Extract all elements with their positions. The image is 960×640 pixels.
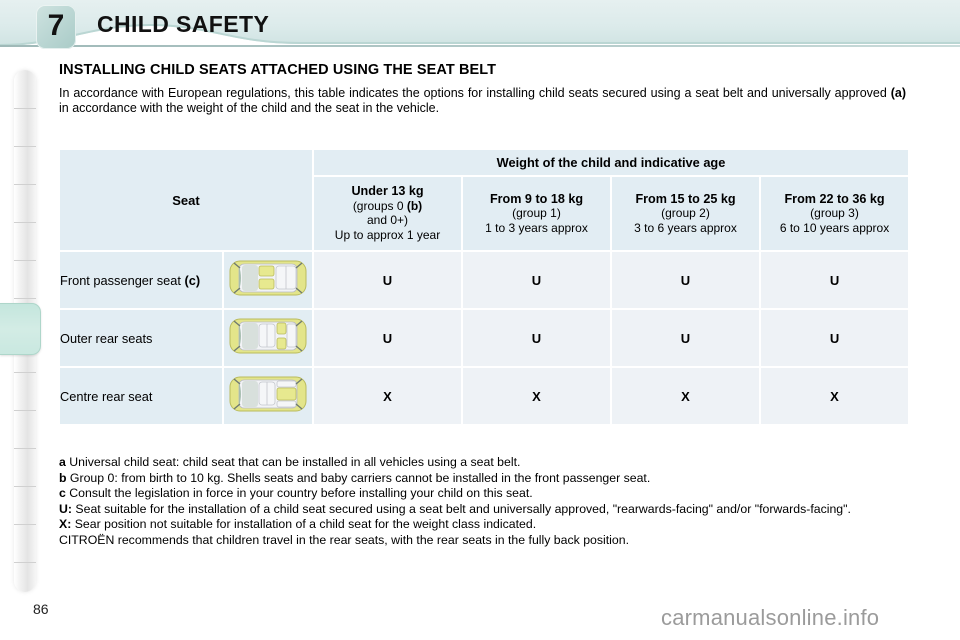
group-label-pre: (group 2): [661, 206, 710, 220]
header-band-underline: [0, 45, 960, 47]
weight-range-label: Under 13 kg: [351, 184, 424, 199]
age-label: Up to approx 1 year: [334, 227, 441, 242]
footnote-u: U: Seat suitable for the installation of…: [59, 502, 907, 518]
age-label: 6 to 10 years approx: [779, 220, 890, 235]
weight-column-header-3: From 22 to 36 kg (group 3) 6 to 10 years…: [761, 176, 909, 250]
group-ref-b: (b): [406, 198, 423, 213]
chapter-number-badge: 7: [36, 5, 76, 49]
footnote-c-text: Consult the legislation in force in your…: [65, 486, 533, 501]
table-row: Centre rear seat X X X X: [60, 368, 909, 424]
car-top-view-centre-rear-icon: [224, 368, 312, 424]
footnote-b-text: Group 0: from birth to 10 kg. Shells sea…: [66, 470, 651, 485]
weight-range-label: From 9 to 18 kg: [489, 191, 584, 206]
cell-value: U: [612, 252, 759, 308]
child-seat-compatibility-table: Seat Weight of the child and indicative …: [58, 148, 910, 426]
footnote-x-text: Sear position not suitable for installat…: [71, 517, 537, 532]
cell-value: X: [612, 368, 759, 424]
weight-column-header-1: From 9 to 18 kg (group 1) 1 to 3 years a…: [463, 176, 610, 250]
footnote-c-tag: c: [59, 486, 66, 501]
weight-column-header-2: From 15 to 25 kg (group 2) 3 to 6 years …: [612, 176, 759, 250]
table-header-row-1: Seat Weight of the child and indicative …: [60, 150, 909, 250]
chapter-number-text: 7: [47, 9, 65, 42]
page-title: CHILD SAFETY: [97, 11, 270, 37]
intro-text-part1: In accordance with European regulations,…: [59, 86, 891, 100]
weight-range-label: From 15 to 25 kg: [635, 191, 736, 206]
edge-tick: [14, 486, 36, 487]
intro-text-part2: in accordance with the weight of the chi…: [59, 101, 440, 115]
page-number: 86: [33, 601, 49, 617]
weight-column-header-0: Under 13 kg (groups 0 (b) and 0+) Up to …: [314, 176, 461, 250]
cell-value: U: [761, 310, 909, 366]
row-label-front-passenger: Front passenger seat (c): [60, 252, 222, 308]
row-label-centre-rear: Centre rear seat: [60, 368, 222, 424]
table-row: Front passenger seat (c) U U U U: [60, 252, 909, 308]
weight-range-label: From 22 to 36 kg: [784, 191, 885, 206]
footnote-u-text: Seat suitable for the installation of a …: [71, 501, 851, 516]
site-watermark: carmanualsonline.info: [661, 605, 880, 630]
edge-tick: [14, 448, 36, 449]
row-label-outer-rear: Outer rear seats: [60, 310, 222, 366]
cell-value: U: [761, 252, 909, 308]
edge-tick: [14, 222, 36, 223]
cell-value: U: [314, 252, 461, 308]
group-label-cont: and 0+): [366, 213, 409, 228]
footnote-x-tag: X:: [59, 517, 72, 532]
seat-column-header: Seat: [60, 150, 312, 250]
cell-value: U: [463, 252, 610, 308]
cell-value: X: [463, 368, 610, 424]
intro-paragraph: In accordance with European regulations,…: [59, 86, 906, 116]
row-label-text: Front passenger seat: [60, 272, 185, 288]
cell-value: U: [463, 310, 610, 366]
footnote-u-tag: U:: [59, 501, 72, 516]
footnote-a-text: Universal child seat: child seat that ca…: [65, 455, 521, 469]
group-label-pre: (group 1): [512, 206, 561, 220]
edge-tick: [14, 372, 36, 373]
cell-value: X: [314, 368, 461, 424]
car-top-view-outer-rear-icon: [224, 310, 312, 366]
footnote-b-tag: b: [59, 470, 67, 485]
cell-value: X: [761, 368, 909, 424]
age-label: 3 to 6 years approx: [634, 220, 737, 235]
section-title: INSTALLING CHILD SEATS ATTACHED USING TH…: [59, 62, 497, 78]
row-label-text: Centre rear seat: [60, 388, 153, 404]
age-label: 1 to 3 years approx: [485, 220, 588, 235]
edge-tick: [14, 410, 36, 411]
footnote-x: X: Sear position not suitable for instal…: [59, 517, 907, 533]
group-label-pre: (groups 0: [352, 198, 407, 213]
table-row: Outer rear seats U U U U: [60, 310, 909, 366]
cell-value: U: [314, 310, 461, 366]
group-label-pre: (group 3): [810, 206, 859, 220]
chapter-tab-marker: [0, 303, 41, 355]
footnotes-block: a Universal child seat: child seat that …: [59, 455, 907, 549]
edge-tick: [14, 524, 36, 525]
footnote-a: a Universal child seat: child seat that …: [59, 455, 907, 471]
edge-tick: [14, 146, 36, 147]
footnote-c: c Consult the legislation in force in yo…: [59, 486, 907, 502]
cell-value: U: [612, 310, 759, 366]
weight-group-header: Weight of the child and indicative age: [314, 150, 909, 175]
intro-ref-a: (a): [890, 86, 906, 100]
car-top-view-front-passenger-icon: [224, 252, 312, 308]
footnote-a-tag: a: [59, 455, 66, 469]
footnote-citroen-recommendation: CITROËN recommends that children travel …: [59, 532, 630, 547]
row-label-text: Outer rear seats: [60, 330, 153, 346]
edge-tick: [14, 184, 36, 185]
edge-tick: [14, 298, 36, 299]
edge-tick: [14, 260, 36, 261]
footnote-b: b Group 0: from birth to 10 kg. Shells s…: [59, 471, 907, 487]
edge-tick: [14, 562, 36, 563]
edge-tick: [14, 108, 36, 109]
row-label-ref-c: (c): [184, 272, 201, 288]
